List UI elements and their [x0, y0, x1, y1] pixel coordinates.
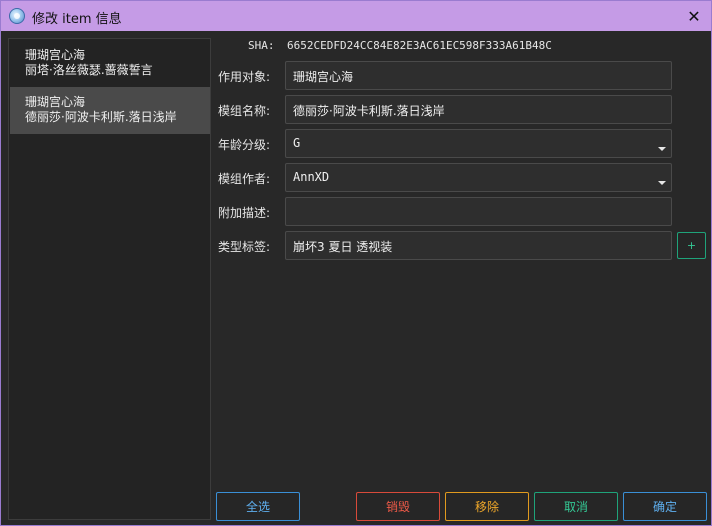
title-bar: 修改 item 信息 ✕ [1, 1, 711, 31]
target-label: 作用对象: [218, 70, 271, 84]
item-list: 珊瑚宫心海 丽塔·洛丝薇瑟.蔷薇誓言 珊瑚宫心海 德丽莎·阿波卡利斯.落日浅岸 [8, 38, 211, 520]
description-label: 附加描述: [218, 206, 271, 220]
list-item-selected[interactable]: 珊瑚宫心海 德丽莎·阿波卡利斯.落日浅岸 [10, 87, 210, 134]
sha-label: SHA: [248, 39, 275, 52]
author-combo[interactable]: AnnXD [285, 163, 672, 192]
list-item-target: 珊瑚宫心海 [25, 95, 86, 109]
cancel-button[interactable]: 取消 [534, 492, 618, 521]
age-rating-value: G [293, 136, 301, 150]
tags-label: 类型标签: [218, 240, 271, 254]
chevron-down-icon [658, 147, 666, 151]
author-label: 模组作者: [218, 172, 271, 186]
window-title: 修改 item 信息 [32, 12, 122, 27]
age-rating-label: 年龄分级: [218, 138, 271, 152]
select-all-button[interactable]: 全选 [216, 492, 300, 521]
age-rating-combo[interactable]: G [285, 129, 672, 158]
list-item-target: 珊瑚宫心海 [25, 48, 86, 62]
destroy-button[interactable]: 销毁 [356, 492, 440, 521]
description-input[interactable] [285, 197, 672, 226]
list-item-mod-name: 丽塔·洛丝薇瑟.蔷薇誓言 [25, 63, 153, 77]
add-tag-button[interactable]: + [677, 232, 706, 259]
list-item-mod-name: 德丽莎·阿波卡利斯.落日浅岸 [25, 110, 177, 124]
tags-input[interactable]: 崩坏3 夏日 透视装 [285, 231, 672, 260]
dialog-window: 修改 item 信息 ✕ 珊瑚宫心海 丽塔·洛丝薇瑟.蔷薇誓言 珊瑚宫心海 德丽… [0, 0, 712, 526]
chevron-down-icon [658, 181, 666, 185]
author-value: AnnXD [293, 170, 330, 184]
sha-value: 6652CEDFD24CC84E82E3AC61EC598F333A61B48C [287, 39, 552, 52]
mod-name-label: 模组名称: [218, 104, 271, 118]
close-icon[interactable]: ✕ [681, 4, 707, 28]
target-input[interactable]: 珊瑚宫心海 [285, 61, 672, 90]
remove-button[interactable]: 移除 [445, 492, 529, 521]
mod-name-input[interactable]: 德丽莎·阿波卡利斯.落日浅岸 [285, 95, 672, 124]
app-icon [9, 8, 25, 24]
list-item[interactable]: 珊瑚宫心海 丽塔·洛丝薇瑟.蔷薇誓言 [10, 40, 210, 87]
confirm-button[interactable]: 确定 [623, 492, 707, 521]
